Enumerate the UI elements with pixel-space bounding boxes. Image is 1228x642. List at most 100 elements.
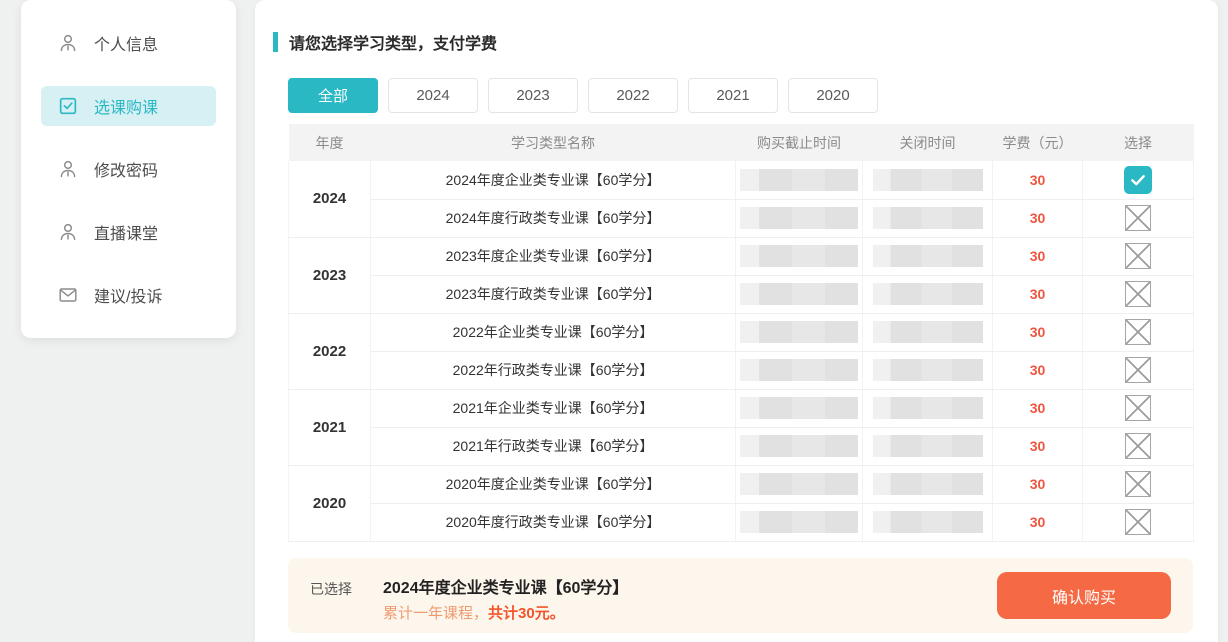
fee-cell: 30: [993, 199, 1083, 237]
checkbox-icon: [57, 95, 79, 117]
select-cell: [1083, 313, 1194, 351]
user-icon: [57, 221, 79, 243]
row-checkbox-unchecked[interactable]: [1125, 357, 1151, 383]
course-table-header: 年度学习类型名称购买截止时间关闭时间学费（元）选择: [289, 124, 1194, 161]
row-checkbox-unchecked[interactable]: [1125, 205, 1151, 231]
filter-button-2021[interactable]: 2021: [688, 78, 778, 113]
redacted-deadline: [740, 473, 858, 495]
table-row: 20202020年度企业类专业课【60学分】30: [289, 465, 1194, 503]
sidebar-item-change-password[interactable]: 修改密码: [41, 149, 216, 189]
redacted-deadline: [740, 511, 858, 533]
row-checkbox-checked[interactable]: [1124, 166, 1152, 194]
table-row: 20232023年度企业类专业课【60学分】30: [289, 237, 1194, 275]
redacted-deadline: [740, 207, 858, 229]
select-cell: [1083, 161, 1194, 199]
sidebar-item-label: 修改密码: [94, 157, 158, 181]
course-name-cell: 2021年企业类专业课【60学分】: [371, 389, 736, 427]
filter-button-2023[interactable]: 2023: [488, 78, 578, 113]
select-cell: [1083, 503, 1194, 541]
year-filter-group: 全部 2024 2023 2022 2021 2020: [288, 78, 878, 113]
close-time-cell: [863, 275, 993, 313]
redacted-close-time: [873, 511, 983, 533]
row-checkbox-unchecked[interactable]: [1125, 395, 1151, 421]
select-cell: [1083, 237, 1194, 275]
course-name-cell: 2023年度企业类专业课【60学分】: [371, 237, 736, 275]
table-row: 2023年度行政类专业课【60学分】30: [289, 275, 1194, 313]
page-header: 请您选择学习类型，支付学费: [273, 30, 497, 54]
sidebar: 个人信息选课购课修改密码直播课堂建议/投诉: [21, 0, 236, 338]
table-row: 2020年度行政类专业课【60学分】30: [289, 503, 1194, 541]
row-checkbox-unchecked[interactable]: [1125, 471, 1151, 497]
fee-cell: 30: [993, 161, 1083, 199]
row-checkbox-unchecked[interactable]: [1125, 243, 1151, 269]
close-time-cell: [863, 237, 993, 275]
fee-cell: 30: [993, 427, 1083, 465]
sidebar-item-label: 个人信息: [94, 31, 158, 55]
filter-button-2020[interactable]: 2020: [788, 78, 878, 113]
course-name-cell: 2020年度企业类专业课【60学分】: [371, 465, 736, 503]
redacted-close-time: [873, 283, 983, 305]
summary-note-prefix: 累计一年课程，: [383, 605, 488, 622]
filter-button-2022[interactable]: 2022: [588, 78, 678, 113]
fee-cell: 30: [993, 465, 1083, 503]
close-time-cell: [863, 199, 993, 237]
select-cell: [1083, 427, 1194, 465]
page: 个人信息选课购课修改密码直播课堂建议/投诉 请您选择学习类型，支付学费 全部 20…: [0, 0, 1228, 642]
redacted-close-time: [873, 435, 983, 457]
select-cell: [1083, 351, 1194, 389]
select-cell: [1083, 199, 1194, 237]
sidebar-item-suggestions[interactable]: 建议/投诉: [41, 275, 216, 315]
close-time-cell: [863, 389, 993, 427]
page-title: 请您选择学习类型，支付学费: [289, 30, 497, 54]
redacted-deadline: [740, 321, 858, 343]
table-row: 20222022年企业类专业课【60学分】30: [289, 313, 1194, 351]
row-checkbox-unchecked[interactable]: [1125, 319, 1151, 345]
sidebar-item-label: 直播课堂: [94, 220, 158, 244]
year-cell: 2023: [289, 237, 371, 313]
fee-cell: 30: [993, 351, 1083, 389]
course-name-cell: 2022年行政类专业课【60学分】: [371, 351, 736, 389]
close-time-cell: [863, 465, 993, 503]
course-table: 年度学习类型名称购买截止时间关闭时间学费（元）选择 20242024年度企业类专…: [288, 124, 1194, 542]
confirm-purchase-button[interactable]: 确认购买: [997, 572, 1171, 619]
sidebar-item-course-purchase[interactable]: 选课购课: [41, 86, 216, 126]
redacted-deadline: [740, 169, 858, 191]
sidebar-item-live-classroom[interactable]: 直播课堂: [41, 212, 216, 252]
filter-button-2024[interactable]: 2024: [388, 78, 478, 113]
course-name-cell: 2024年度企业类专业课【60学分】: [371, 161, 736, 199]
fee-cell: 30: [993, 389, 1083, 427]
select-cell: [1083, 275, 1194, 313]
year-cell: 2020: [289, 465, 371, 541]
close-time-cell: [863, 351, 993, 389]
redacted-deadline: [740, 435, 858, 457]
fee-cell: 30: [993, 275, 1083, 313]
deadline-cell: [736, 275, 863, 313]
course-name-cell: 2022年企业类专业课【60学分】: [371, 313, 736, 351]
redacted-close-time: [873, 169, 983, 191]
deadline-cell: [736, 199, 863, 237]
summary-note: 累计一年课程，共计30元。: [383, 602, 565, 623]
sidebar-item-label: 选课购课: [94, 94, 158, 118]
row-checkbox-unchecked[interactable]: [1125, 433, 1151, 459]
deadline-cell: [736, 161, 863, 199]
table-row: 20212021年企业类专业课【60学分】30: [289, 389, 1194, 427]
redacted-close-time: [873, 397, 983, 419]
redacted-deadline: [740, 245, 858, 267]
course-table-body: 20242024年度企业类专业课【60学分】302024年度行政类专业课【60学…: [289, 161, 1194, 541]
table-row: 20242024年度企业类专业课【60学分】30: [289, 161, 1194, 199]
redacted-close-time: [873, 359, 983, 381]
fee-cell: 30: [993, 313, 1083, 351]
sidebar-item-personal-info[interactable]: 个人信息: [41, 23, 216, 63]
user-icon: [57, 32, 79, 54]
select-cell: [1083, 389, 1194, 427]
row-checkbox-unchecked[interactable]: [1125, 509, 1151, 535]
course-name-cell: 2024年度行政类专业课【60学分】: [371, 199, 736, 237]
redacted-deadline: [740, 283, 858, 305]
column-header: 年度: [289, 124, 371, 161]
row-checkbox-unchecked[interactable]: [1125, 281, 1151, 307]
table-row: 2022年行政类专业课【60学分】 30: [289, 351, 1194, 389]
deadline-cell: [736, 237, 863, 275]
filter-button-全部[interactable]: 全部: [288, 78, 378, 113]
course-name-cell: 2021年行政类专业课【60学分】: [371, 427, 736, 465]
summary-bar: 已选择 2024年度企业类专业课【60学分】 累计一年课程，共计30元。 确认购…: [288, 558, 1193, 633]
